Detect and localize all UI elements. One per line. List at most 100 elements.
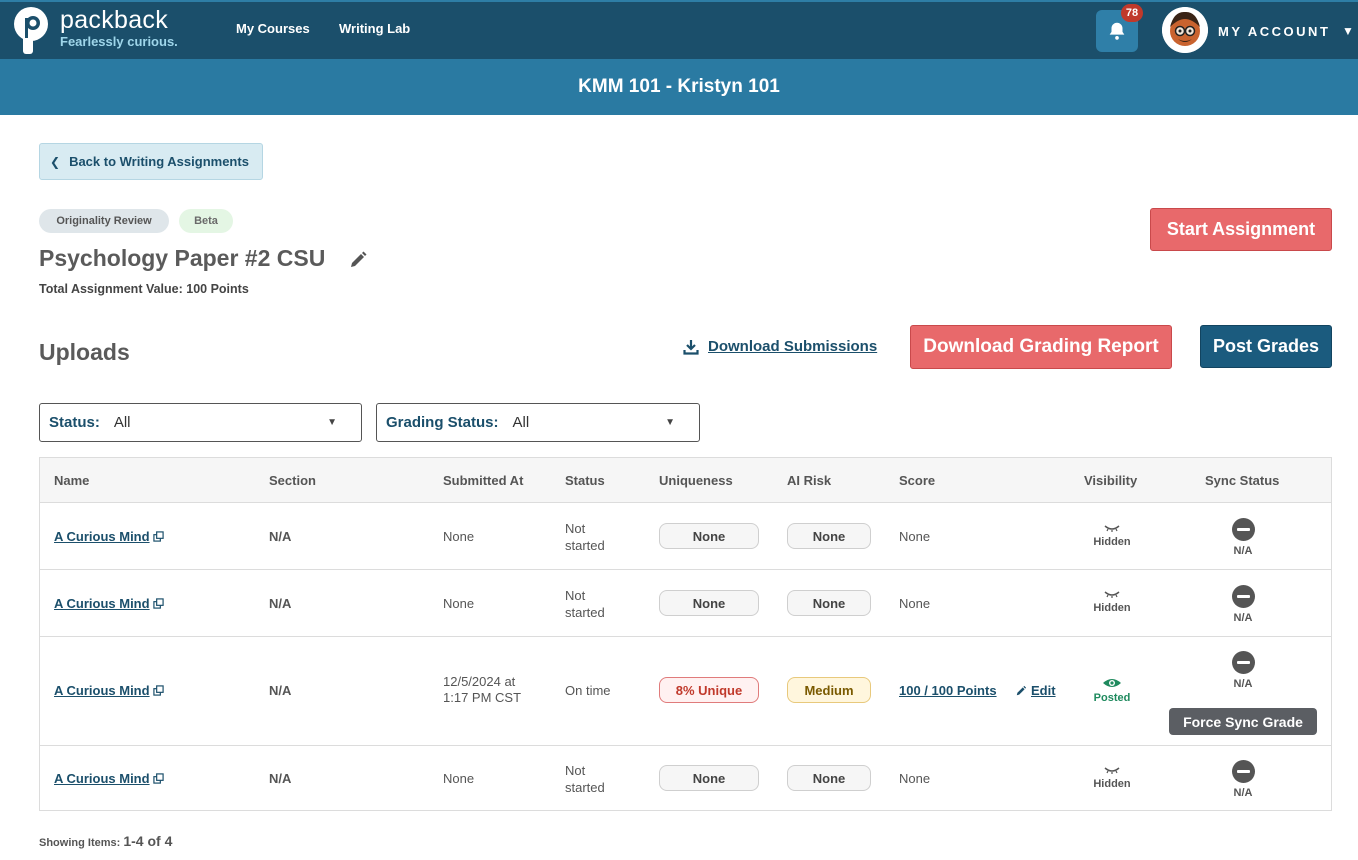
minus-circle-icon bbox=[1231, 651, 1255, 674]
submitted-at-value: None bbox=[443, 529, 475, 544]
uploads-table: Name Section Submitted At Status Uniquen… bbox=[39, 457, 1332, 811]
ai-risk-badge: None bbox=[787, 590, 871, 616]
table-row: A Curious Mind N/A 12/5/2024 at 1:17 PM … bbox=[40, 637, 1331, 746]
start-assignment-button[interactable]: Start Assignment bbox=[1150, 208, 1332, 251]
submitted-at-value: 12/5/2024 at 1:17 PM CST bbox=[443, 674, 521, 706]
table-row: A Curious Mind N/A None Not started None… bbox=[40, 503, 1331, 570]
status-line-2: started bbox=[565, 780, 605, 795]
column-header-uniqueness[interactable]: Uniqueness bbox=[659, 473, 733, 488]
notification-count-badge: 78 bbox=[1121, 4, 1143, 22]
sync-label: N/A bbox=[1233, 612, 1253, 624]
table-header: Name Section Submitted At Status Uniquen… bbox=[40, 458, 1331, 503]
force-sync-grade-tooltip[interactable]: Force Sync Grade bbox=[1169, 708, 1317, 735]
status-line-2: started bbox=[565, 538, 605, 553]
status-value: Not started bbox=[565, 762, 605, 796]
visibility-label: Hidden bbox=[1093, 778, 1131, 790]
external-link-icon bbox=[152, 598, 164, 609]
chevron-down-icon[interactable]: ▼ bbox=[1342, 24, 1354, 38]
status-filter-select[interactable]: Status: All ▼ bbox=[39, 403, 362, 442]
uniqueness-badge: 8% Unique bbox=[659, 677, 759, 703]
download-grading-report-button[interactable]: Download Grading Report bbox=[910, 325, 1172, 369]
visibility-label: Posted bbox=[1093, 692, 1131, 704]
student-name: A Curious Mind bbox=[54, 596, 150, 611]
course-title: KMM 101 - Kristyn 101 bbox=[578, 76, 780, 97]
column-header-name[interactable]: Name bbox=[54, 473, 89, 488]
eye-closed-icon bbox=[1104, 591, 1120, 598]
status-value: On time bbox=[565, 683, 611, 698]
uniqueness-badge: None bbox=[659, 765, 759, 791]
visibility-status[interactable]: Hidden bbox=[1082, 523, 1142, 548]
bell-icon bbox=[1109, 22, 1125, 40]
packback-logo[interactable]: packback Fearlessly curious. bbox=[12, 6, 178, 56]
column-header-visibility[interactable]: Visibility bbox=[1084, 473, 1137, 488]
minus-circle-icon bbox=[1231, 760, 1255, 783]
column-header-score[interactable]: Score bbox=[899, 473, 935, 488]
score-value: None bbox=[899, 529, 931, 544]
grading-status-filter-value: All bbox=[512, 414, 530, 431]
status-line-2: started bbox=[565, 605, 605, 620]
caret-down-icon: ▼ bbox=[665, 417, 675, 428]
student-name: A Curious Mind bbox=[54, 529, 150, 544]
status-filter-label: Status: bbox=[49, 414, 100, 431]
sync-status: N/A bbox=[1213, 585, 1273, 624]
grading-status-filter-label: Grading Status: bbox=[386, 414, 499, 431]
pencil-icon[interactable] bbox=[348, 250, 368, 270]
ai-risk-badge: Medium bbox=[787, 677, 871, 703]
visibility-status[interactable]: Hidden bbox=[1082, 765, 1142, 790]
score-value: None bbox=[899, 771, 931, 786]
post-grades-button[interactable]: Post Grades bbox=[1200, 325, 1332, 368]
submitted-at-value: None bbox=[443, 771, 475, 786]
score-link[interactable]: 100 / 100 Points bbox=[899, 683, 997, 698]
student-name-link[interactable]: A Curious Mind bbox=[54, 596, 164, 611]
student-name-link[interactable]: A Curious Mind bbox=[54, 771, 164, 786]
grading-status-filter-select[interactable]: Grading Status: All ▼ bbox=[376, 403, 700, 442]
caret-down-icon: ▼ bbox=[327, 417, 337, 428]
column-header-ai-risk[interactable]: AI Risk bbox=[787, 473, 831, 488]
sync-label: N/A bbox=[1233, 678, 1253, 690]
sync-status: N/A bbox=[1213, 518, 1273, 557]
packback-logo-icon bbox=[12, 6, 52, 56]
student-name-link[interactable]: A Curious Mind bbox=[54, 683, 164, 698]
status-value: Not started bbox=[565, 520, 605, 554]
uploads-heading: Uploads bbox=[39, 339, 130, 365]
student-name-link[interactable]: A Curious Mind bbox=[54, 529, 164, 544]
eye-closed-icon bbox=[1104, 525, 1120, 532]
originality-review-badge: Originality Review bbox=[39, 209, 169, 233]
nav-writing-lab[interactable]: Writing Lab bbox=[339, 21, 410, 36]
pencil-icon bbox=[1016, 685, 1027, 695]
pagination-summary: Showing Items: 1-4 of 4 bbox=[39, 833, 172, 849]
notifications-button[interactable]: 78 bbox=[1096, 4, 1143, 52]
student-name: A Curious Mind bbox=[54, 771, 150, 786]
column-header-submitted-at[interactable]: Submitted At bbox=[443, 473, 523, 488]
column-header-status[interactable]: Status bbox=[565, 473, 605, 488]
showing-count: 1-4 of 4 bbox=[123, 833, 173, 849]
back-to-writing-assignments-button[interactable]: ❮ Back to Writing Assignments bbox=[39, 143, 263, 180]
section-value: N/A bbox=[269, 596, 292, 611]
submitted-at-value: None bbox=[443, 596, 475, 611]
my-account-menu[interactable]: MY ACCOUNT bbox=[1218, 24, 1330, 39]
brand-name: packback bbox=[60, 6, 169, 34]
section-value: N/A bbox=[269, 683, 292, 698]
column-header-sync-status[interactable]: Sync Status bbox=[1205, 473, 1279, 488]
nav-my-courses[interactable]: My Courses bbox=[236, 21, 310, 36]
assignment-title: Psychology Paper #2 CSU bbox=[39, 245, 326, 271]
column-header-section[interactable]: Section bbox=[269, 473, 316, 488]
sync-status: N/A bbox=[1213, 760, 1273, 799]
status-line-1: Not bbox=[565, 588, 586, 603]
download-submissions-link[interactable]: Download Submissions bbox=[683, 338, 877, 355]
visibility-status[interactable]: Posted bbox=[1082, 677, 1142, 704]
avatar[interactable] bbox=[1162, 7, 1208, 53]
external-link-icon bbox=[152, 531, 164, 542]
eye-icon bbox=[1103, 679, 1121, 687]
edit-score-link[interactable]: Edit bbox=[1015, 683, 1056, 698]
visibility-label: Hidden bbox=[1093, 602, 1131, 614]
student-name: A Curious Mind bbox=[54, 683, 150, 698]
total-assignment-value: Total Assignment Value: 100 Points bbox=[39, 282, 249, 296]
visibility-status[interactable]: Hidden bbox=[1082, 589, 1142, 614]
eye-closed-icon bbox=[1104, 767, 1120, 774]
status-line-1: Not bbox=[565, 521, 586, 536]
section-value: N/A bbox=[269, 529, 292, 544]
sync-status[interactable]: N/A bbox=[1213, 651, 1273, 690]
ai-risk-badge: None bbox=[787, 523, 871, 549]
external-link-icon bbox=[152, 773, 164, 784]
